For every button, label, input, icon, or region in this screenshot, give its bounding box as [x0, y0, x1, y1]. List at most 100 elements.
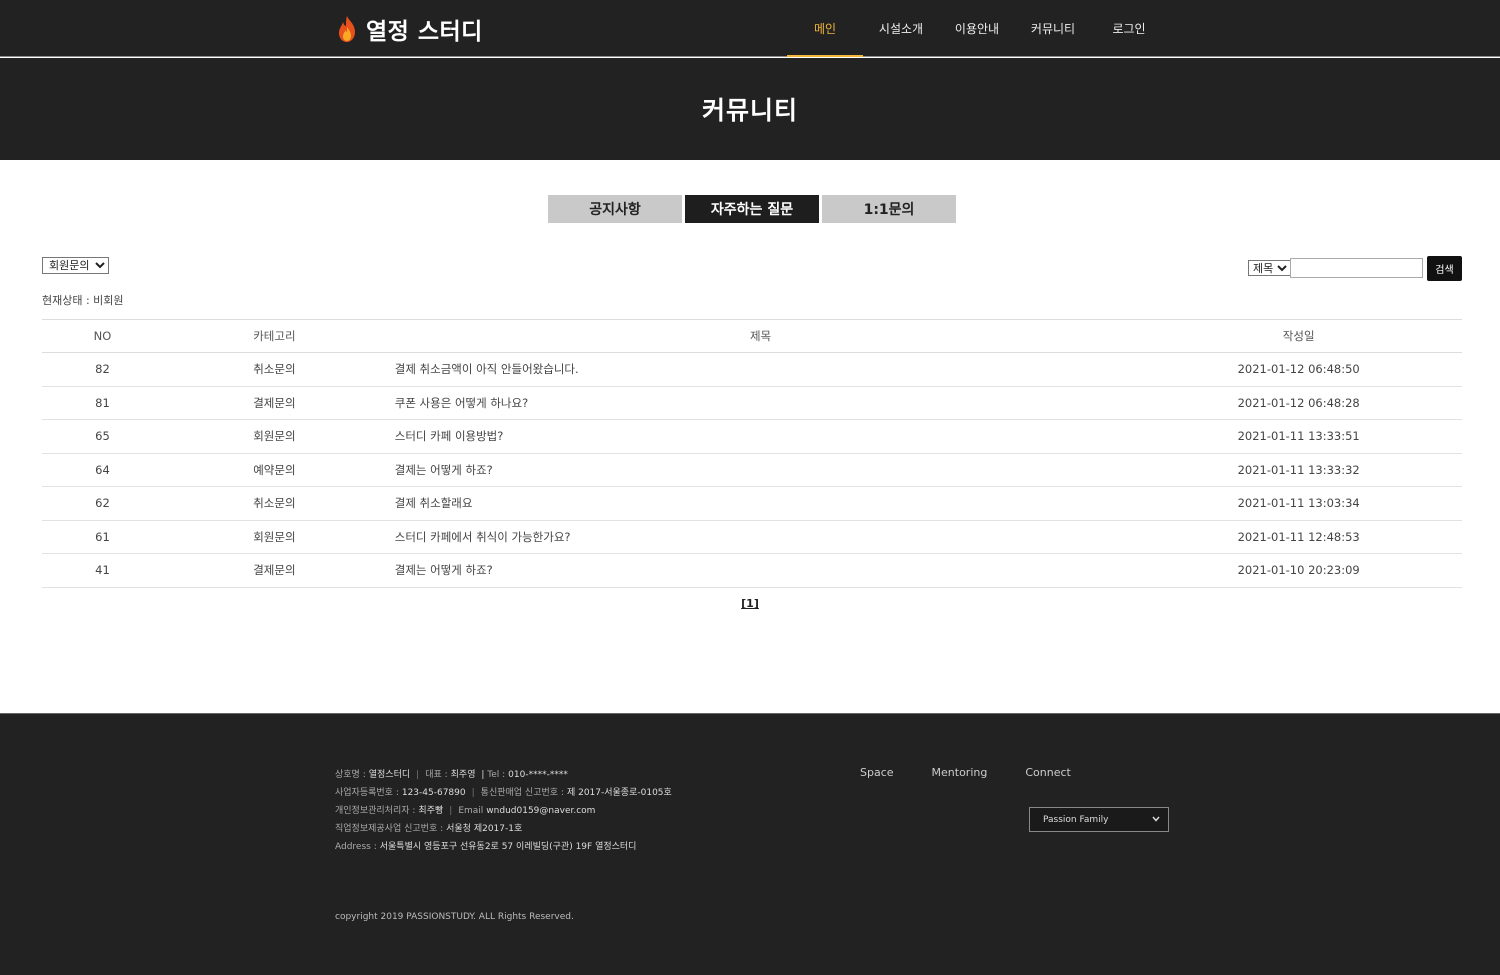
- info-value: 제 2017-서울종로-0105호: [566, 788, 672, 798]
- table-row[interactable]: 82 취소문의 결제 취소금액이 아직 안들어왔습니다. 2021-01-12 …: [42, 352, 1462, 387]
- row-title-link[interactable]: 스터디 카페에서 취식이 가능한가요?: [385, 520, 1136, 554]
- table-row[interactable]: 61 회원문의 스터디 카페에서 취식이 가능한가요? 2021-01-11 1…: [42, 520, 1462, 554]
- info-value: 열정스터디: [368, 770, 411, 780]
- chevron-down-icon: [1152, 815, 1160, 825]
- family-site-label: Passion Family: [1043, 814, 1109, 825]
- page-banner: 커뮤니티: [0, 58, 1500, 160]
- page-link-1[interactable]: [1]: [741, 597, 759, 610]
- row-category: 회원문의: [163, 419, 386, 454]
- nav-item-login[interactable]: 로그인: [1091, 0, 1167, 57]
- info-line: 개인정보관리처리자 : 최주빵 | Email wndud0159@naver.com: [335, 802, 672, 820]
- row-no: 65: [42, 419, 163, 454]
- row-title-link[interactable]: 결제는 어떻게 하죠?: [385, 453, 1136, 487]
- info-label: 통신판매업 신고번호 :: [480, 788, 564, 798]
- family-site-select[interactable]: Passion Family: [1029, 807, 1169, 832]
- search-button[interactable]: 검색: [1427, 256, 1462, 281]
- logo-text: 열정 스터디: [366, 19, 483, 45]
- header-no: NO: [42, 319, 163, 353]
- row-title-link[interactable]: 스터디 카페 이용방법?: [385, 419, 1136, 454]
- tab-inquiry[interactable]: 1:1문의: [822, 195, 956, 223]
- row-category: 예약문의: [163, 453, 386, 487]
- footer-link-mentoring[interactable]: Mentoring: [932, 766, 988, 779]
- board-tabs: 공지사항 자주하는 질문 1:1문의: [548, 195, 959, 223]
- header-title: 제목: [385, 319, 1136, 353]
- row-title-link[interactable]: 결제는 어떻게 하죠?: [385, 553, 1136, 588]
- flame-icon: [336, 15, 358, 43]
- faq-table: NO 카테고리 제목 작성일 82 취소문의 결제 취소금액이 아직 안들어왔습…: [42, 319, 1462, 588]
- info-label: 사업자등록번호 :: [335, 788, 399, 798]
- info-value: 최주빵: [418, 806, 444, 816]
- separator: |: [478, 770, 488, 780]
- nav-item-community[interactable]: 커뮤니티: [1015, 0, 1091, 57]
- row-no: 81: [42, 386, 163, 420]
- info-value: 123-45-67890: [401, 788, 466, 798]
- row-date: 2021-01-11 13:03:34: [1135, 486, 1462, 521]
- info-label: 직업정보제공사업 신고번호 :: [335, 824, 444, 834]
- search-type-select[interactable]: 제목: [1248, 260, 1291, 276]
- row-title-link[interactable]: 결제 취소금액이 아직 안들어왔습니다.: [385, 352, 1136, 387]
- row-category: 결제문의: [163, 386, 386, 420]
- nav-item-main[interactable]: 메인: [787, 0, 863, 57]
- nav-item-facilities[interactable]: 시설소개: [863, 0, 939, 57]
- logo[interactable]: 열정 스터디: [336, 13, 483, 45]
- row-date: 2021-01-11 12:48:53: [1135, 520, 1462, 554]
- row-no: 82: [42, 352, 163, 387]
- table-header-row: NO 카테고리 제목 작성일: [42, 319, 1462, 353]
- table-row[interactable]: 62 취소문의 결제 취소할래요 2021-01-11 13:03:34: [42, 486, 1462, 521]
- site-footer: 상호명 : 열정스터디 | 대표 : 최주영 | Tel :010-****-**** …: [0, 713, 1500, 975]
- row-date: 2021-01-11 13:33:32: [1135, 453, 1462, 487]
- info-label: Address :: [335, 842, 377, 852]
- table-row[interactable]: 65 회원문의 스터디 카페 이용방법? 2021-01-11 13:33:51: [42, 419, 1462, 454]
- row-date: 2021-01-10 20:23:09: [1135, 553, 1462, 588]
- nav-item-guide[interactable]: 이용안내: [939, 0, 1015, 57]
- info-line: Address : 서울특별시 영등포구 선유동2로 57 이레빌딩(구관) 19…: [335, 838, 672, 856]
- info-value: 010-****-****: [508, 770, 568, 780]
- copyright: copyright 2019 PASSIONSTUDY. ALL Rights …: [335, 912, 574, 922]
- search-input[interactable]: [1290, 258, 1423, 278]
- table-row[interactable]: 81 결제문의 쿠폰 사용은 어떻게 하나요? 2021-01-12 06:48…: [42, 386, 1462, 420]
- row-title-link[interactable]: 쿠폰 사용은 어떻게 하나요?: [385, 386, 1136, 420]
- info-value: 최주영: [450, 770, 476, 780]
- info-label: Tel :: [487, 770, 506, 780]
- category-select[interactable]: 회원문의: [42, 257, 109, 274]
- member-status: 현재상태 : 비회원: [42, 294, 124, 307]
- footer-link-space[interactable]: Space: [860, 766, 894, 779]
- info-value: wndud0159@naver.com: [486, 806, 596, 816]
- info-line: 직업정보제공사업 신고번호 : 서울청 제2017-1호: [335, 820, 672, 838]
- row-category: 결제문의: [163, 553, 386, 588]
- header-date: 작성일: [1135, 319, 1462, 353]
- row-category: 취소문의: [163, 486, 386, 521]
- tab-notice[interactable]: 공지사항: [548, 195, 682, 223]
- company-info: 상호명 : 열정스터디 | 대표 : 최주영 | Tel :010-****-**** …: [335, 766, 672, 856]
- row-title-link[interactable]: 결제 취소할래요: [385, 486, 1136, 521]
- footer-links: Space Mentoring Connect: [860, 766, 1109, 779]
- row-category: 취소문의: [163, 352, 386, 387]
- row-no: 64: [42, 453, 163, 487]
- page-title: 커뮤니티: [701, 96, 798, 125]
- info-label: 상호명 :: [335, 770, 366, 780]
- row-no: 41: [42, 553, 163, 588]
- table-row[interactable]: 41 결제문의 결제는 어떻게 하죠? 2021-01-10 20:23:09: [42, 553, 1462, 588]
- info-label: Email: [458, 806, 484, 816]
- info-label: 대표 :: [425, 770, 448, 780]
- row-date: 2021-01-12 06:48:28: [1135, 386, 1462, 420]
- info-label: 개인정보관리처리자 :: [335, 806, 416, 816]
- site-header: 열정 스터디 메인 시설소개 이용안내 커뮤니티 로그인: [0, 0, 1500, 57]
- main-nav: 메인 시설소개 이용안내 커뮤니티 로그인: [787, 0, 1167, 57]
- separator: |: [471, 788, 475, 798]
- pagination: [1]: [0, 597, 1500, 610]
- table-row[interactable]: 64 예약문의 결제는 어떻게 하죠? 2021-01-11 13:33:32: [42, 453, 1462, 487]
- header-category: 카테고리: [163, 319, 386, 353]
- row-date: 2021-01-12 06:48:50: [1135, 352, 1462, 387]
- info-value: 서울특별시 영등포구 선유동2로 57 이레빌딩(구관) 19F 열정스터디: [379, 842, 637, 852]
- info-line: 사업자등록번호 :123-45-67890 | 통신판매업 신고번호 :제 2017…: [335, 784, 672, 802]
- separator: |: [416, 770, 420, 780]
- tab-faq[interactable]: 자주하는 질문: [685, 195, 819, 223]
- info-value: 서울청 제2017-1호: [446, 824, 523, 834]
- row-no: 61: [42, 520, 163, 554]
- footer-link-connect[interactable]: Connect: [1025, 766, 1070, 779]
- info-line: 상호명 : 열정스터디 | 대표 : 최주영 | Tel :010-****-****: [335, 766, 672, 784]
- separator: |: [449, 806, 453, 816]
- row-date: 2021-01-11 13:33:51: [1135, 419, 1462, 454]
- row-category: 회원문의: [163, 520, 386, 554]
